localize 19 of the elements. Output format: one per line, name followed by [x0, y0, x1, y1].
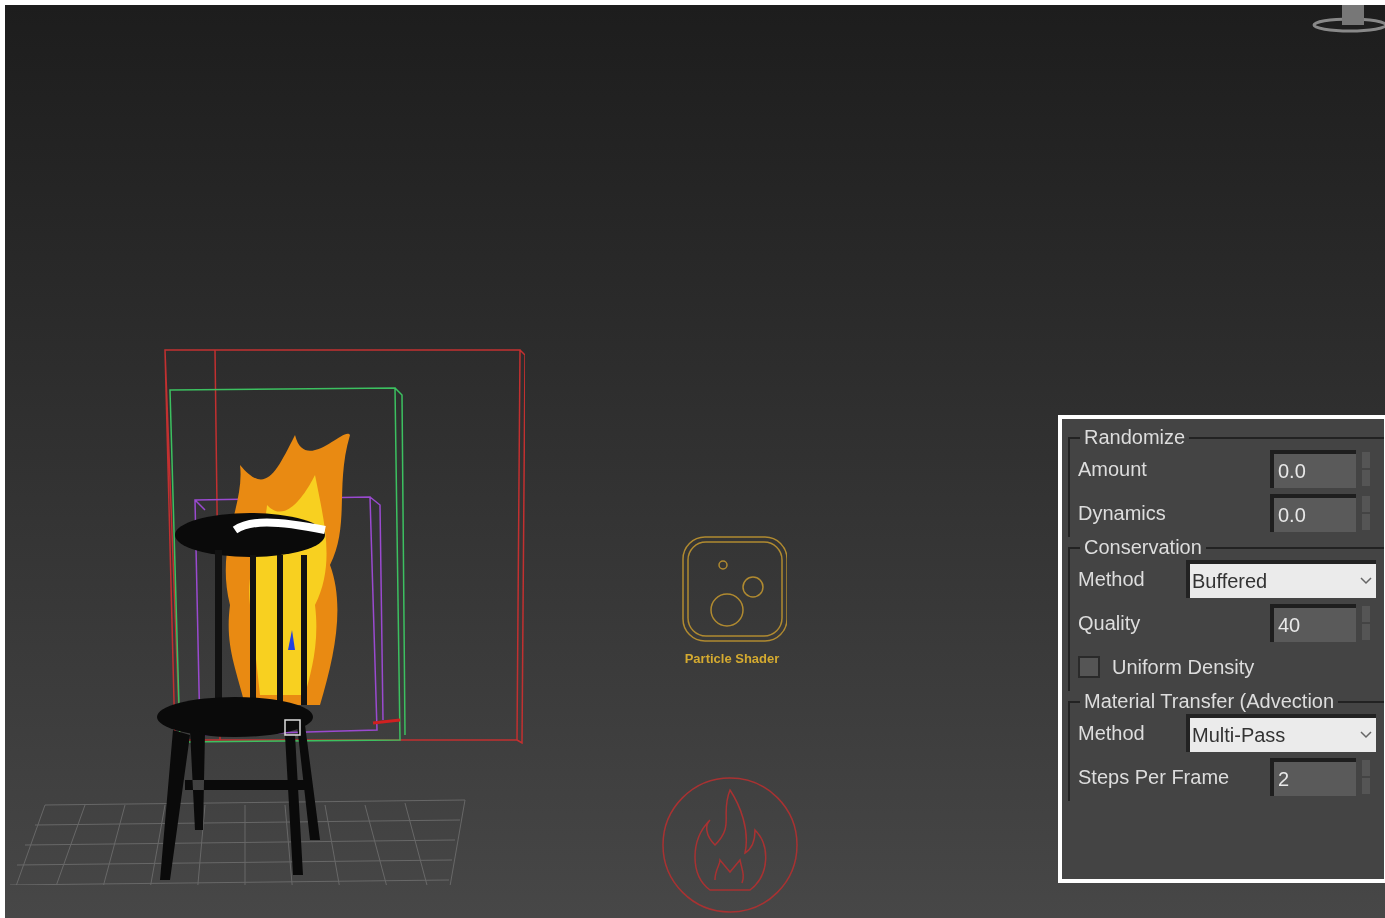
field-label: Amount	[1078, 457, 1148, 482]
field-label: Method	[1078, 567, 1146, 592]
field-label: Steps Per Frame	[1078, 765, 1231, 790]
field-label: Dynamics	[1078, 501, 1167, 526]
checkbox-label: Uniform Density	[1112, 655, 1255, 680]
checkbox[interactable]	[1078, 656, 1100, 678]
chevron-down-icon	[1360, 577, 1372, 585]
field-label: Quality	[1078, 611, 1142, 636]
number-field[interactable]: 2	[1270, 758, 1356, 796]
helper-label: Particle Shader	[684, 650, 780, 668]
number-field[interactable]: 40	[1270, 604, 1356, 642]
number-field[interactable]: 0.0	[1270, 450, 1356, 488]
method-dropdown[interactable]: Buffered	[1186, 560, 1376, 598]
method-dropdown[interactable]: Multi-Pass	[1186, 714, 1376, 752]
view-cube-icon	[1310, 5, 1385, 35]
flame-icon[interactable]	[660, 775, 800, 915]
chevron-down-icon	[1360, 731, 1372, 739]
number-field[interactable]: 0.0	[1270, 494, 1356, 532]
field-label: Method	[1078, 721, 1146, 746]
